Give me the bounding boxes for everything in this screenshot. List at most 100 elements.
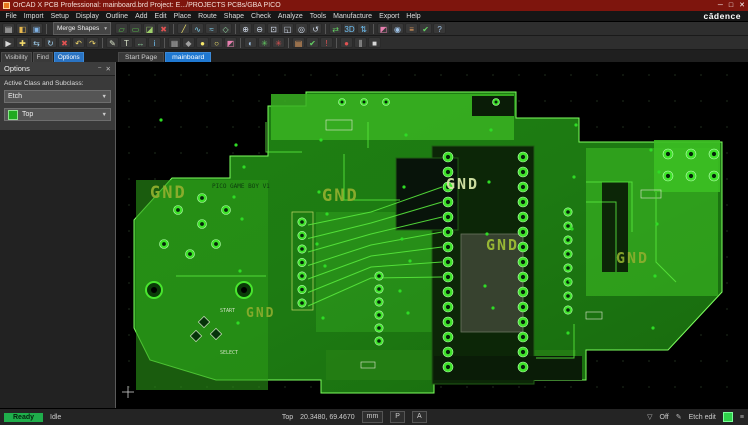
menu-place[interactable]: Place	[170, 13, 195, 20]
menu-help[interactable]: Help	[403, 13, 424, 20]
menu-analyze[interactable]: Analyze	[274, 13, 306, 20]
delete-icon[interactable]: ✖	[58, 37, 71, 48]
pause-icon[interactable]: ∥	[354, 37, 367, 48]
chevron-down-icon: ▼	[102, 112, 107, 118]
pcb-board: GND GND GND GND GND GND PICO GAME BOY V1…	[116, 62, 747, 408]
record-icon[interactable]: ●	[340, 37, 353, 48]
panel-tab-visibility[interactable]: Visibility	[1, 52, 32, 62]
panel-close-icon[interactable]: ✕	[106, 65, 111, 73]
shape-add-icon[interactable]: ▱	[115, 23, 128, 34]
menu-display[interactable]: Display	[72, 13, 102, 20]
help-icon[interactable]: ?	[433, 23, 446, 34]
zoom-fit-icon[interactable]: ◱	[281, 23, 294, 34]
doc-tab-mainboard[interactable]: mainboard	[165, 52, 211, 62]
move-icon[interactable]: ✚	[16, 37, 29, 48]
show-element-icon[interactable]: i	[148, 37, 161, 48]
shape-select-icon[interactable]: ◪	[143, 23, 156, 34]
subclass-dropdown[interactable]: Top ▼	[4, 108, 111, 121]
design-canvas[interactable]: GND GND GND GND GND GND PICO GAME BOY V1…	[116, 62, 748, 408]
select-tool-icon[interactable]: ▶	[2, 37, 15, 48]
units-box[interactable]: mm	[362, 411, 384, 423]
stop-icon[interactable]: ■	[368, 37, 381, 48]
menu-route[interactable]: Route	[195, 13, 221, 20]
class-dropdown-value: Etch	[8, 93, 22, 100]
class-dropdown[interactable]: Etch ▼	[4, 90, 111, 103]
save-drawing-icon[interactable]: ▣	[30, 23, 43, 34]
minimize-button[interactable]: ─	[718, 0, 723, 11]
drc-update-icon[interactable]: ✔	[306, 37, 319, 48]
swap-layers-icon[interactable]: ⇄	[329, 23, 342, 34]
color-dialog-icon[interactable]: ◩	[377, 23, 390, 34]
chevron-down-icon: ▼	[102, 94, 107, 100]
measure-icon[interactable]: ↔	[134, 37, 147, 48]
title-bar: OrCAD X PCB Professional: mainboard.brd …	[0, 0, 748, 11]
menu-add[interactable]: Add	[132, 13, 151, 20]
menu-import[interactable]: Import	[20, 13, 47, 20]
menu-setup[interactable]: Setup	[47, 13, 72, 20]
panel-tab-options[interactable]: Options	[54, 52, 84, 62]
slide-icon[interactable]: ∿	[191, 23, 204, 34]
panel-pin-icon[interactable]: −	[98, 65, 102, 73]
snap-toggle-icon[interactable]: ◆	[182, 37, 195, 48]
redo-icon[interactable]: ↷	[86, 37, 99, 48]
zoom-by-points-icon[interactable]: ⊡	[267, 23, 280, 34]
options-panel-body: Active Class and Subclass: Etch ▼ Top ▼	[0, 76, 115, 130]
menu-export[interactable]: Export	[376, 13, 403, 20]
toolbar-separator	[235, 24, 236, 34]
doc-tab-start-page[interactable]: Start Page	[118, 52, 164, 62]
menu-check[interactable]: Check	[248, 13, 275, 20]
shadow-mode-icon[interactable]: ◐	[244, 37, 257, 48]
maximize-button[interactable]: □	[729, 0, 733, 11]
menu-bar-items: FileImportSetupDisplayOutlineAddEditPlac…	[2, 13, 424, 20]
menu-outline[interactable]: Outline	[102, 13, 131, 20]
rats-all-icon[interactable]: ✳	[258, 37, 271, 48]
zoom-in-icon[interactable]: ⊕	[239, 23, 252, 34]
close-button[interactable]: ✕	[739, 0, 745, 11]
zoom-previous-icon[interactable]: ↺	[309, 23, 322, 34]
dehighlight-icon[interactable]: ○	[210, 37, 223, 48]
assign-color-icon[interactable]: ◩	[224, 37, 237, 48]
undo-icon[interactable]: ↶	[72, 37, 85, 48]
shape-subtract-icon[interactable]: ▭	[129, 23, 142, 34]
a-button[interactable]: A	[412, 411, 427, 423]
constraint-manager-icon[interactable]: ▤	[292, 37, 305, 48]
gnd-label: GND	[446, 175, 479, 193]
island-delete-icon[interactable]: ✖	[157, 23, 170, 34]
visibility-icon[interactable]: ◉	[391, 23, 404, 34]
menu-file[interactable]: File	[2, 13, 20, 20]
p-button[interactable]: P	[390, 411, 405, 423]
merge-shapes-label: Merge Shapes	[57, 25, 99, 32]
drc-error-icon[interactable]: !	[320, 37, 333, 48]
grid-toggle-icon[interactable]: ▦	[168, 37, 181, 48]
add-connect-icon[interactable]: ╱	[177, 23, 190, 34]
delay-tune-icon[interactable]: ≈	[205, 23, 218, 34]
spin-icon[interactable]: ↻	[44, 37, 57, 48]
cross-section-icon[interactable]: ≡	[405, 23, 418, 34]
menu-tools[interactable]: Tools	[306, 13, 329, 20]
open-drawing-icon[interactable]: ◧	[16, 23, 29, 34]
highlight-icon[interactable]: ●	[196, 37, 209, 48]
status-check-icon[interactable]: ✔	[419, 23, 432, 34]
panel-tab-find[interactable]: Find	[33, 52, 53, 62]
menu-manufacture[interactable]: Manufacture	[330, 13, 376, 20]
merge-shapes-dropdown[interactable]: Merge Shapes▾	[53, 22, 111, 35]
flip-design-icon[interactable]: ⇅	[357, 23, 370, 34]
3d-canvas-icon[interactable]: 3D	[343, 23, 356, 34]
unrats-all-icon[interactable]: ✳	[272, 37, 285, 48]
gnd-label: GND	[616, 249, 649, 267]
cursor-coordinates: 20.3480, 69.4670	[300, 414, 355, 421]
zoom-world-icon[interactable]: ◎	[295, 23, 308, 34]
overflow-menu-icon[interactable]: ≡	[740, 414, 744, 421]
zoom-out-icon[interactable]: ⊖	[253, 23, 266, 34]
mirror-icon[interactable]: ⇆	[30, 37, 43, 48]
text-edit-icon[interactable]: T	[120, 37, 133, 48]
toolbar-row-2: ▶✚⇆↻✖↶↷✎T↔i▦◆●○◩◐✳✳▤✔!●∥■	[0, 36, 748, 50]
menu-shape[interactable]: Shape	[220, 13, 247, 20]
toolbar-separator	[325, 24, 326, 34]
property-edit-icon[interactable]: ✎	[106, 37, 119, 48]
vertex-icon[interactable]: ◇	[219, 23, 232, 34]
menu-edit[interactable]: Edit	[151, 13, 170, 20]
active-layer-indicator[interactable]: Top	[282, 414, 293, 421]
filter-icon[interactable]: ▽	[647, 413, 652, 421]
new-drawing-icon[interactable]: ▤	[2, 23, 15, 34]
